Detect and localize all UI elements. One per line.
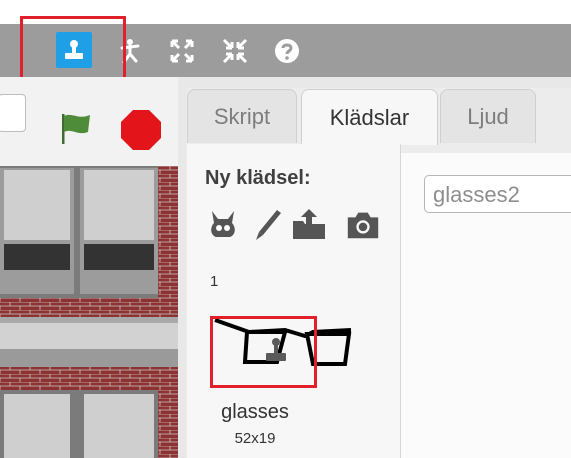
costume-name: glasses <box>221 401 289 423</box>
camera-icon[interactable] <box>344 205 382 245</box>
costume-name-input[interactable]: glasses2 <box>424 175 571 213</box>
upload-icon[interactable] <box>290 205 328 245</box>
shrink-icon[interactable] <box>218 34 252 68</box>
paint-icon[interactable] <box>249 205 287 245</box>
tab-sounds-label: Ljud <box>467 103 509 129</box>
green-flag-icon[interactable] <box>56 108 96 148</box>
tab-sounds[interactable]: Ljud <box>440 89 536 143</box>
new-costume-label: Ny klädsel: <box>205 167 311 189</box>
tab-scripts[interactable]: Skript <box>187 89 297 143</box>
choose-costume-icon[interactable] <box>204 205 242 245</box>
tab-scripts-label: Skript <box>213 103 271 129</box>
stage-canvas[interactable] <box>0 166 178 458</box>
tab-costumes-label: Klädslar <box>329 104 410 130</box>
stop-icon[interactable] <box>119 108 163 152</box>
project-title-input[interactable] <box>0 94 26 132</box>
thumbnail-highlight-box <box>210 316 317 388</box>
tab-costumes[interactable]: Klädslar <box>301 89 438 145</box>
grow-icon[interactable] <box>165 34 199 68</box>
stamp-highlight-box <box>20 16 126 83</box>
costume-size: 52x19 <box>234 430 276 447</box>
help-icon[interactable] <box>270 34 304 68</box>
costume-index: 1 <box>210 273 219 290</box>
